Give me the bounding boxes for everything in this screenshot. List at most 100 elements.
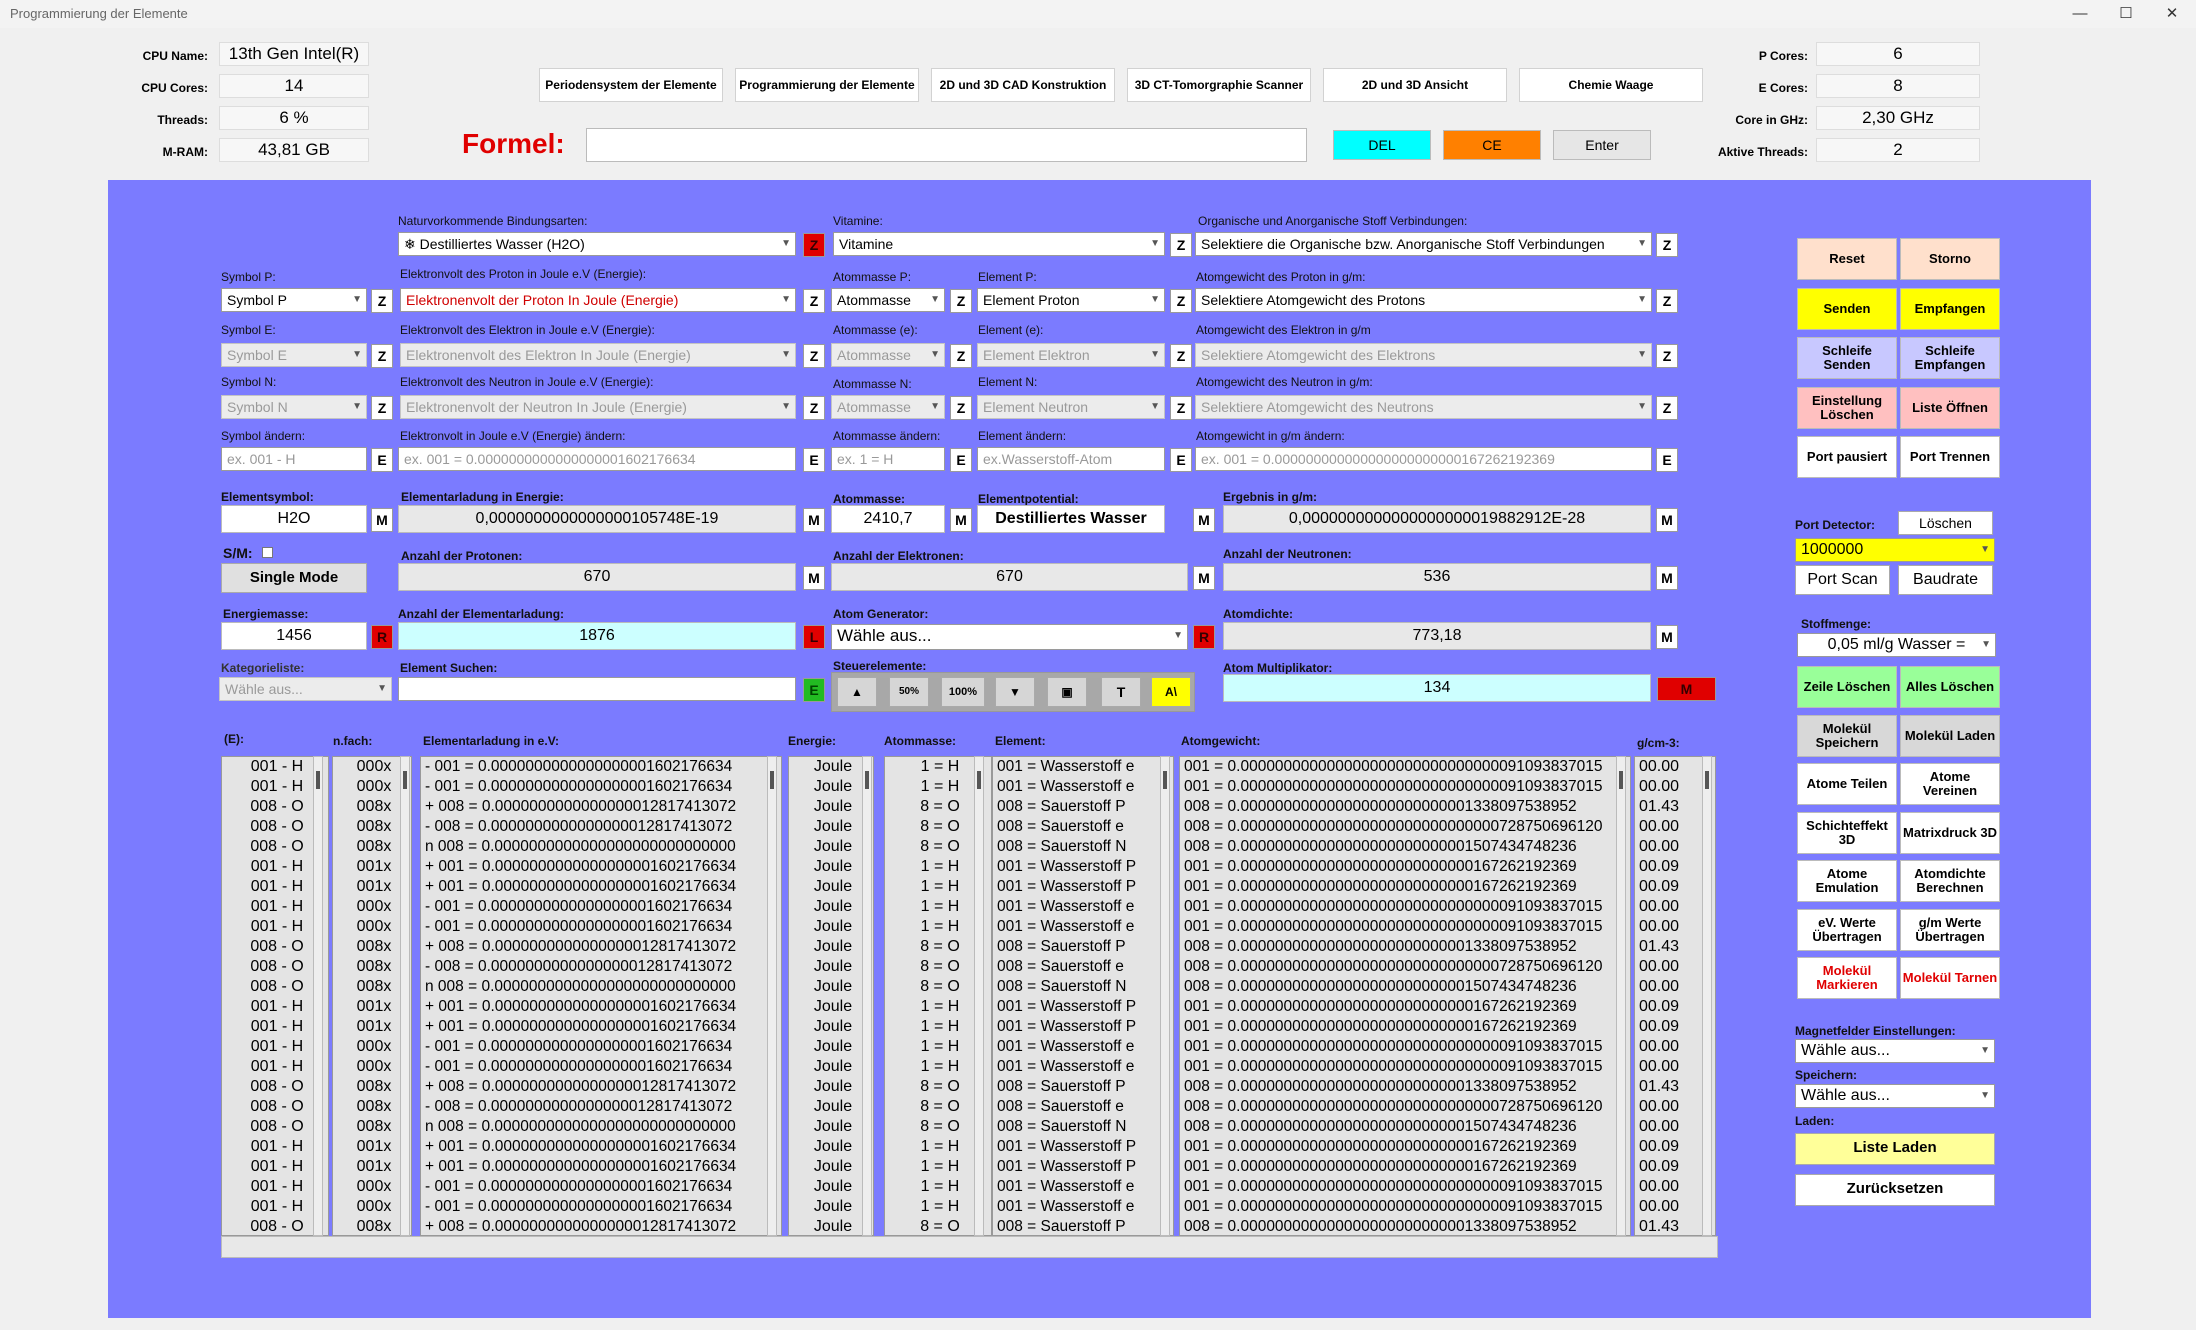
- list-item[interactable]: 008 = 0.00000000000000000000000000000072…: [1180, 817, 1630, 837]
- potential-m-button[interactable]: M: [1193, 508, 1215, 532]
- list-item[interactable]: - 001 = 0.0000000000000000001602176634: [421, 1037, 781, 1057]
- list-item[interactable]: 008 = Sauerstoff e: [993, 957, 1173, 977]
- list-item[interactable]: n 008 = 0.0000000000000000000000000000: [421, 977, 781, 997]
- symbol-aendern-input[interactable]: ex. 001 - H: [221, 447, 367, 471]
- list-item[interactable]: 001 = Wasserstoff e: [993, 897, 1173, 917]
- list-item[interactable]: Joule: [789, 1077, 873, 1097]
- list-item[interactable]: - 001 = 0.0000000000000000001602176634: [421, 757, 781, 777]
- list-item[interactable]: 001 = 0.00000000000000000000000000016726…: [1180, 857, 1630, 877]
- list-item[interactable]: Joule: [789, 857, 873, 877]
- ev-p-select[interactable]: Elektronenvolt der Proton In Joule (Ener…: [400, 288, 796, 312]
- symbol-n-z-button[interactable]: Z: [371, 396, 393, 420]
- list-item[interactable]: 001 = Wasserstoff P: [993, 1157, 1173, 1177]
- element-aendern-input[interactable]: ex.Wasserstoff-Atom: [977, 447, 1165, 471]
- list-item[interactable]: Joule: [789, 817, 873, 837]
- nav-ansicht[interactable]: 2D und 3D Ansicht: [1323, 68, 1507, 102]
- list-item[interactable]: 008 = Sauerstoff N: [993, 1117, 1173, 1137]
- list-item[interactable]: 008 = Sauerstoff P: [993, 1077, 1173, 1097]
- enter-button[interactable]: Enter: [1553, 130, 1651, 160]
- list-item[interactable]: 008 = 0.00000000000000000000000000150743…: [1180, 1117, 1630, 1137]
- list-item[interactable]: 001 = Wasserstoff e: [993, 1037, 1173, 1057]
- atommasse-e-z-button[interactable]: Z: [950, 344, 972, 368]
- list-item[interactable]: Joule: [789, 1217, 873, 1235]
- list-item[interactable]: Joule: [789, 1017, 873, 1037]
- nav-cad[interactable]: 2D und 3D CAD Konstruktion: [931, 68, 1115, 102]
- nav-ct-scanner[interactable]: 3D CT-Tomorgraphie Scanner: [1127, 68, 1311, 102]
- list-item[interactable]: 001 = 0.00000000000000000000000000000009…: [1180, 757, 1630, 777]
- ce-button[interactable]: CE: [1443, 130, 1541, 160]
- list-item[interactable]: Joule: [789, 977, 873, 997]
- atommasse-aendern-input[interactable]: ex. 1 = H: [831, 447, 945, 471]
- list-item[interactable]: Joule: [789, 1117, 873, 1137]
- port-loeschen-button[interactable]: Löschen: [1898, 511, 1993, 535]
- list-element-scrollbar[interactable]: [1160, 756, 1170, 1236]
- list-item[interactable]: Joule: [789, 937, 873, 957]
- action-button-atome-emulation[interactable]: Atome Emulation: [1797, 860, 1897, 902]
- list-item[interactable]: + 001 = 0.0000000000000000001602176634: [421, 997, 781, 1017]
- list-item[interactable]: 008 = 0.00000000000000000000000000000072…: [1180, 957, 1630, 977]
- ev-p-z-button[interactable]: Z: [803, 289, 825, 313]
- list-item[interactable]: 001 = Wasserstoff e: [993, 1177, 1173, 1197]
- list-nfach-scrollbar[interactable]: [400, 756, 410, 1236]
- dichte-m-button[interactable]: M: [1656, 625, 1678, 649]
- list-item[interactable]: Joule: [789, 957, 873, 977]
- ev-n-select[interactable]: Elektronenvolt der Neutron In Joule (Ene…: [400, 395, 796, 419]
- elektronen-m-button[interactable]: M: [1193, 566, 1215, 590]
- list-item[interactable]: - 001 = 0.0000000000000000001602176634: [421, 897, 781, 917]
- action-button-einstellung-löschen[interactable]: Einstellung Löschen: [1797, 386, 1897, 429]
- bindung-select[interactable]: ❄ Destilliertes Wasser (H2O) ▼: [398, 232, 796, 256]
- list-item[interactable]: Joule: [789, 997, 873, 1017]
- list-item[interactable]: + 001 = 0.0000000000000000001602176634: [421, 1157, 781, 1177]
- list-item[interactable]: Joule: [789, 1097, 873, 1117]
- list-item[interactable]: 008 = 0.00000000000000000000000000000072…: [1180, 1097, 1630, 1117]
- maximize-button[interactable]: ☐: [2106, 2, 2146, 26]
- list-item[interactable]: Joule: [789, 917, 873, 937]
- list-item[interactable]: n 008 = 0.0000000000000000000000000000: [421, 1117, 781, 1137]
- list-atommasse-scrollbar[interactable]: [974, 756, 984, 1236]
- single-mode-button[interactable]: Single Mode: [221, 563, 367, 593]
- speichern-select[interactable]: Wähle aus... ▼: [1795, 1084, 1995, 1108]
- stoffmenge-select[interactable]: 0,05 ml/g Wasser = ▼: [1797, 633, 1996, 657]
- list-item[interactable]: - 001 = 0.0000000000000000001602176634: [421, 1197, 781, 1217]
- steuer-copy-button[interactable]: ▣: [1047, 677, 1087, 707]
- action-button-empfangen[interactable]: Empfangen: [1900, 287, 2000, 330]
- nav-periodensystem[interactable]: Periodensystem der Elemente: [539, 68, 723, 102]
- elementsymbol-m-button[interactable]: M: [371, 508, 393, 532]
- list-item[interactable]: - 001 = 0.0000000000000000001602176634: [421, 1177, 781, 1197]
- list-item[interactable]: 008 = Sauerstoff N: [993, 837, 1173, 857]
- steuer-up-button[interactable]: ▲: [837, 677, 877, 707]
- list-item[interactable]: 008 = Sauerstoff e: [993, 1097, 1173, 1117]
- list-item[interactable]: 001 = Wasserstoff e: [993, 757, 1173, 777]
- action-button-g-m-werte-übertragen[interactable]: g/m Werte Übertragen: [1900, 908, 2000, 951]
- action-button-liste-öffnen[interactable]: Liste Öffnen: [1900, 386, 2000, 429]
- elementarladung-l-button[interactable]: L: [803, 625, 825, 649]
- list-gewicht[interactable]: 001 = 0.00000000000000000000000000000009…: [1179, 756, 1631, 1236]
- list-item[interactable]: - 001 = 0.0000000000000000001602176634: [421, 1057, 781, 1077]
- list-ladung-scrollbar[interactable]: [767, 756, 777, 1236]
- list-item[interactable]: 001 = 0.00000000000000000000000000000009…: [1180, 1057, 1630, 1077]
- port-scan-button[interactable]: Port Scan: [1795, 565, 1890, 595]
- steuer-font-button[interactable]: A\: [1151, 677, 1191, 707]
- kategorie-select[interactable]: Wähle aus... ▼: [219, 677, 392, 701]
- action-button-schichteffekt-3d[interactable]: Schichteffekt 3D: [1797, 811, 1897, 854]
- list-item[interactable]: Joule: [789, 1057, 873, 1077]
- close-button[interactable]: ✕: [2152, 2, 2192, 26]
- liste-laden-button[interactable]: Liste Laden: [1795, 1133, 1995, 1165]
- list-item[interactable]: Joule: [789, 1137, 873, 1157]
- list-item[interactable]: + 008 = 0.0000000000000000012817413072: [421, 937, 781, 957]
- list-item[interactable]: 008 = Sauerstoff P: [993, 1217, 1173, 1235]
- ev-aendern-input[interactable]: ex. 001 = 0.0000000000000000001602176634: [398, 447, 796, 471]
- generator-select[interactable]: Wähle aus... ▼: [831, 624, 1188, 650]
- list-element[interactable]: 001 = Wasserstoff e 001 = Wasserstoff e 00…: [992, 756, 1174, 1236]
- list-item[interactable]: 008 = Sauerstoff P: [993, 937, 1173, 957]
- bindung-z-button[interactable]: Z: [803, 233, 825, 257]
- action-button-molekül-markieren[interactable]: Molekül Markieren: [1797, 957, 1897, 999]
- atommasse-p-select[interactable]: Atommasse ▼: [831, 288, 945, 312]
- list-item[interactable]: + 001 = 0.0000000000000000001602176634: [421, 1017, 781, 1037]
- element-n-select[interactable]: Element Neutron ▼: [977, 395, 1165, 419]
- list-item[interactable]: 001 = Wasserstoff P: [993, 1017, 1173, 1037]
- baudrate-button[interactable]: Baudrate: [1898, 565, 1993, 595]
- list-item[interactable]: + 008 = 0.0000000000000000012817413072: [421, 1217, 781, 1235]
- list-item[interactable]: Joule: [789, 1197, 873, 1217]
- list-item[interactable]: 001 = Wasserstoff P: [993, 857, 1173, 877]
